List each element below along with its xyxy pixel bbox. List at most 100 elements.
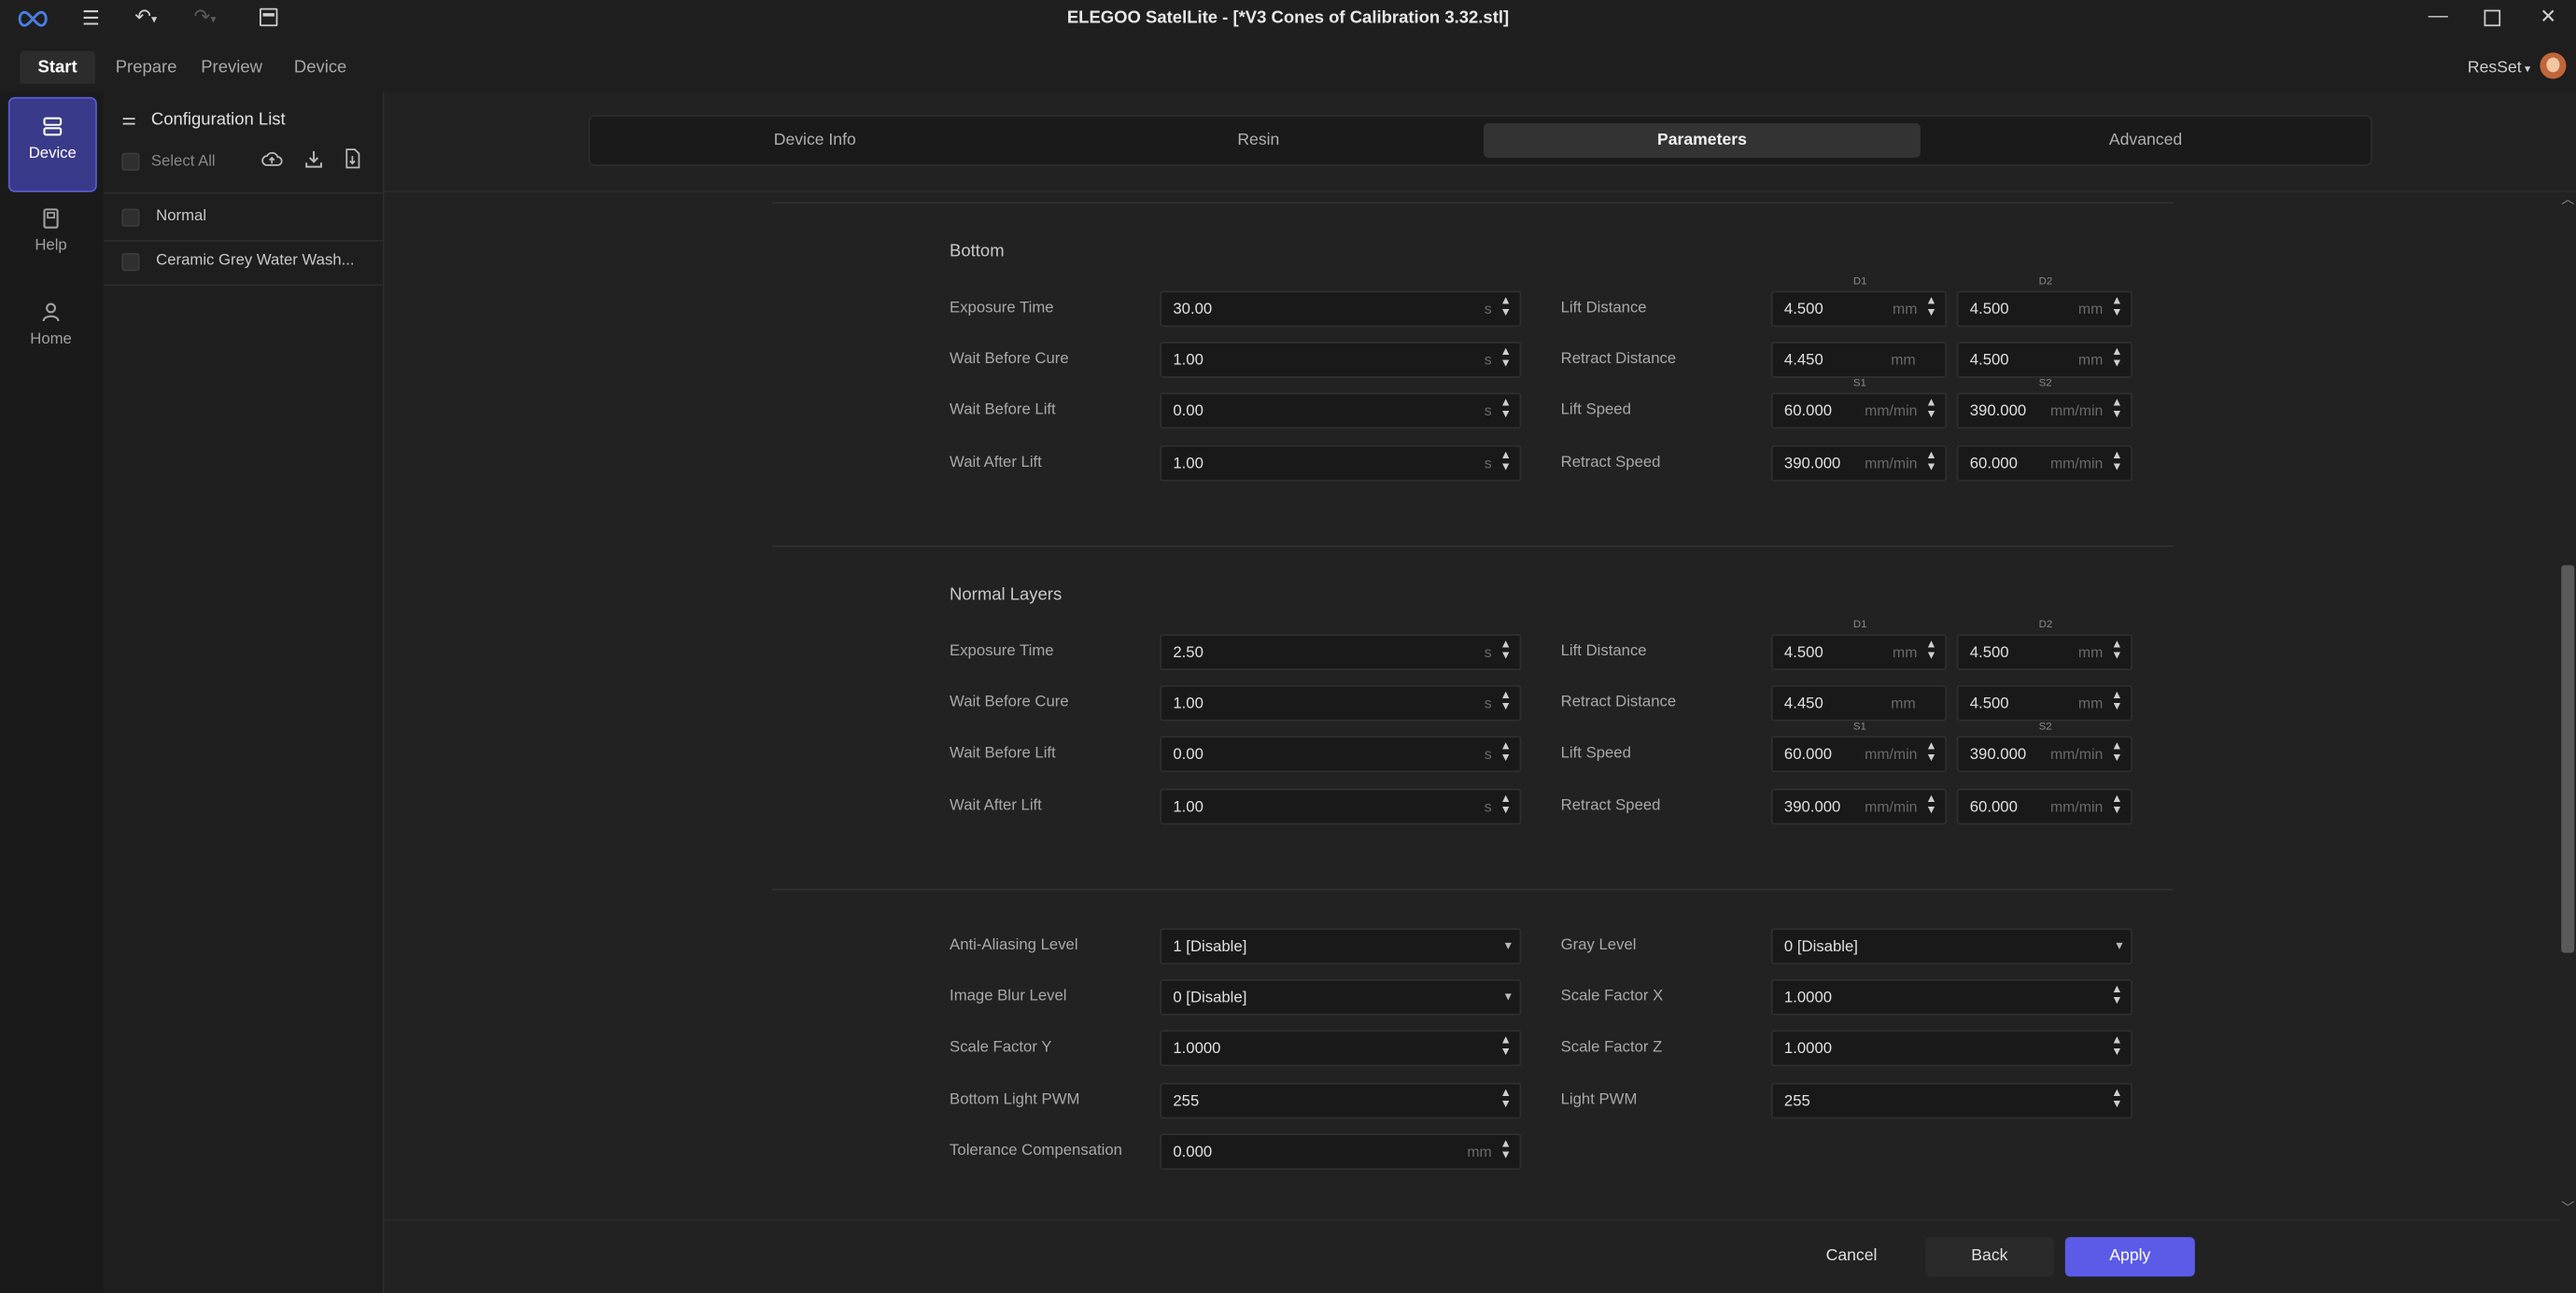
spinner-arrows-icon[interactable]: ▲ ▼: [2111, 741, 2122, 765]
tab-resin[interactable]: Resin: [1040, 123, 1477, 158]
maximize-icon[interactable]: [2484, 9, 2501, 27]
spinner-arrows-icon[interactable]: ▲ ▼: [2111, 793, 2122, 816]
param-input[interactable]: 1.00 s ▲ ▼: [1160, 787, 1522, 824]
dropdown-arrow-icon[interactable]: ▾: [1505, 938, 1512, 953]
param-input[interactable]: 4.500 mm ▲ ▼: [1956, 342, 2133, 379]
cancel-button[interactable]: Cancel: [1794, 1237, 1908, 1276]
tab-preview[interactable]: Preview: [194, 51, 270, 84]
param-input[interactable]: 390.000 mm/min ▲ ▼: [1956, 737, 2133, 773]
param-input[interactable]: 0.00 s ▲ ▼: [1160, 737, 1522, 773]
spinner-arrows-icon[interactable]: ▲ ▼: [1500, 639, 1512, 663]
section-title: Bottom: [950, 241, 1005, 261]
spinner-arrows-icon[interactable]: ▲ ▼: [2111, 347, 2122, 371]
spinner-arrows-icon[interactable]: ▲ ▼: [1500, 449, 1512, 472]
param-input[interactable]: 1.00 s ▲ ▼: [1160, 342, 1522, 379]
spinner-arrows-icon[interactable]: ▲ ▼: [1925, 296, 1936, 319]
rail-item-home[interactable]: Home: [8, 284, 93, 376]
apply-button[interactable]: Apply: [2064, 1237, 2195, 1277]
select-field[interactable]: 0 [Disable] ▾: [1770, 928, 2133, 965]
select-field[interactable]: 0 [Disable] ▾: [1160, 979, 1522, 1016]
param-input[interactable]: 60.000 mm/min ▲ ▼: [1770, 737, 1948, 773]
field-unit: s: [1484, 402, 1492, 420]
param-input[interactable]: 1.0000 ▲ ▼: [1770, 1031, 2133, 1067]
param-input[interactable]: 2.50 s ▲ ▼: [1160, 634, 1522, 670]
spinner-arrows-icon[interactable]: ▲ ▼: [2111, 1035, 2122, 1059]
tab-parameters[interactable]: Parameters: [1483, 122, 1921, 158]
export-file-icon[interactable]: [344, 148, 361, 169]
select-field[interactable]: 1 [Disable] ▾: [1160, 928, 1522, 965]
spinner-arrows-icon[interactable]: ▲ ▼: [1925, 741, 1936, 765]
scroll-up-icon[interactable]: ︿: [2561, 190, 2574, 208]
spinner-arrows-icon[interactable]: ▲ ▼: [1500, 741, 1512, 765]
spinner-arrows-icon[interactable]: ▲ ▼: [1500, 690, 1512, 713]
spinner-arrows-icon[interactable]: ▲ ▼: [1500, 1138, 1512, 1161]
param-input[interactable]: 1.00 s ▲ ▼: [1160, 444, 1522, 481]
spinner-arrows-icon[interactable]: ▲ ▼: [1500, 1035, 1512, 1059]
select-all-checkbox[interactable]: [121, 152, 140, 172]
param-input[interactable]: 4.500 mm ▲ ▼: [1770, 290, 1948, 328]
rail-item-help[interactable]: Help: [8, 190, 93, 283]
config-item-checkbox[interactable]: [121, 208, 140, 227]
download-icon[interactable]: [304, 149, 324, 169]
dropdown-arrow-icon[interactable]: ▾: [1505, 990, 1512, 1005]
spinner-arrows-icon[interactable]: ▲ ▼: [1925, 793, 1936, 816]
spinner-arrows-icon[interactable]: ▲ ▼: [1925, 639, 1936, 663]
spinner-arrows-icon[interactable]: ▲ ▼: [2111, 399, 2122, 422]
param-input[interactable]: 1.00 s ▲ ▼: [1160, 685, 1522, 722]
param-input[interactable]: 60.000 mm/min ▲ ▼: [1956, 444, 2133, 481]
param-input[interactable]: 0.000 mm ▲ ▼: [1160, 1132, 1522, 1170]
tab-prepare[interactable]: Prepare: [108, 51, 184, 84]
param-input[interactable]: 60.000 mm/min ▲ ▼: [1770, 393, 1948, 429]
spinner-arrows-icon[interactable]: ▲ ▼: [2111, 449, 2122, 472]
spinner-arrows-icon[interactable]: ▲ ▼: [2111, 690, 2122, 713]
back-button[interactable]: Back: [1925, 1237, 2054, 1277]
param-input[interactable]: 4.500 mm ▲ ▼: [1956, 685, 2133, 722]
tab-start[interactable]: Start: [20, 50, 96, 84]
param-input[interactable]: 390.000 mm/min ▲ ▼: [1956, 393, 2133, 429]
user-menu[interactable]: ResSet ▾: [2468, 59, 2530, 77]
cloud-upload-icon[interactable]: [261, 149, 283, 167]
scroll-down-icon[interactable]: ﹀: [2561, 1200, 2574, 1217]
spinner-arrows-icon[interactable]: ▲ ▼: [2111, 1087, 2122, 1110]
field-value: 30.00: [1173, 301, 1213, 319]
param-input[interactable]: 4.500 mm ▲ ▼: [1956, 290, 2133, 328]
spinner-arrows-icon[interactable]: ▲ ▼: [1500, 296, 1512, 319]
param-input[interactable]: 390.000 mm/min ▲ ▼: [1770, 444, 1948, 481]
spinner-arrows-icon[interactable]: ▲ ▼: [1925, 449, 1936, 472]
rail-item-device[interactable]: Device: [7, 96, 97, 192]
spinner-arrows-icon[interactable]: ▲ ▼: [1500, 1087, 1512, 1110]
param-input[interactable]: 4.500 mm ▲ ▼: [1956, 634, 2133, 670]
spinner-arrows-icon[interactable]: ▲ ▼: [2111, 984, 2122, 1007]
param-input[interactable]: 4.450 mm: [1770, 342, 1948, 379]
spinner-arrows-icon[interactable]: ▲ ▼: [1500, 793, 1512, 816]
phase-tag: D1: [1852, 275, 1867, 288]
param-input[interactable]: 1.0000 ▲ ▼: [1770, 979, 2133, 1016]
spinner-arrows-icon[interactable]: ▲ ▼: [1500, 399, 1512, 422]
tab-device[interactable]: Device: [283, 51, 359, 84]
param-input[interactable]: 1.0000 ▲ ▼: [1160, 1031, 1522, 1067]
param-input[interactable]: 0.00 s ▲ ▼: [1160, 393, 1522, 429]
config-item-checkbox[interactable]: [121, 253, 140, 272]
param-input[interactable]: 60.000 mm/min ▲ ▼: [1956, 787, 2133, 824]
spinner-arrows-icon[interactable]: ▲ ▼: [1500, 347, 1512, 371]
spinner-arrows-icon[interactable]: ▲ ▼: [1925, 399, 1936, 422]
param-input[interactable]: 4.450 mm: [1770, 685, 1948, 722]
dropdown-arrow-icon[interactable]: ▾: [2116, 938, 2122, 953]
tab-device-info[interactable]: Device Info: [597, 123, 1034, 158]
spinner-arrows-icon[interactable]: ▲ ▼: [2111, 639, 2122, 663]
config-item[interactable]: Ceramic Grey Water Wash...: [103, 238, 383, 287]
param-input[interactable]: 390.000 mm/min ▲ ▼: [1770, 787, 1948, 824]
spinner-arrows-icon[interactable]: ▲ ▼: [2111, 296, 2122, 319]
close-icon[interactable]: ✕: [2540, 5, 2556, 28]
param-input[interactable]: 4.500 mm ▲ ▼: [1770, 634, 1948, 670]
field-value: 255: [1173, 1091, 1200, 1110]
field-unit: s: [1484, 454, 1492, 471]
config-item[interactable]: Normal: [103, 191, 383, 242]
param-input[interactable]: 255 ▲ ▼: [1160, 1081, 1522, 1118]
tab-advanced[interactable]: Advanced: [1927, 123, 2364, 158]
param-input[interactable]: 30.00 s ▲ ▼: [1160, 290, 1522, 328]
avatar[interactable]: [2540, 52, 2567, 79]
scrollbar-thumb[interactable]: [2561, 565, 2575, 953]
minimize-icon[interactable]: —: [2428, 4, 2448, 27]
param-input[interactable]: 255 ▲ ▼: [1770, 1081, 2133, 1118]
